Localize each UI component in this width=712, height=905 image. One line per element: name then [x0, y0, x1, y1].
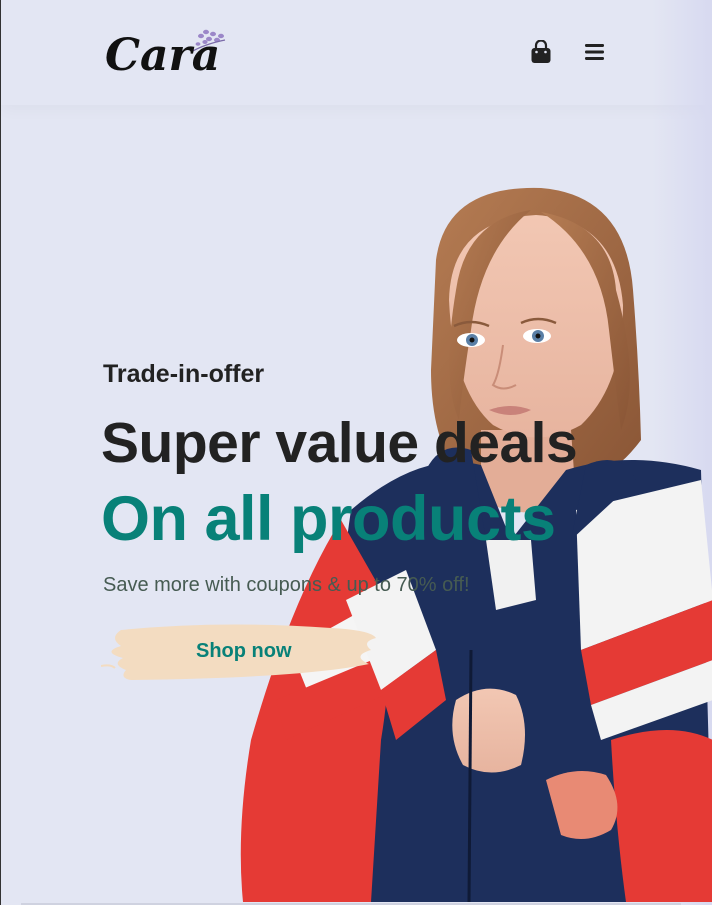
hero-description: Save more with coupons & up to 70% off!: [103, 574, 470, 596]
hero-headline: Super value deals: [101, 411, 578, 475]
hero-subheadline: On all products: [101, 484, 556, 554]
shop-now-label: Shop now: [196, 640, 292, 662]
shop-now-button[interactable]: Shop now: [101, 620, 381, 684]
svg-text:Cara: Cara: [105, 30, 220, 76]
site-header: Cara: [1, 0, 712, 105]
hero-eyebrow: Trade-in-offer: [103, 360, 265, 388]
hamburger-menu-icon[interactable]: [584, 42, 605, 62]
cara-logo[interactable]: Cara: [105, 22, 229, 76]
shopping-bag-icon[interactable]: [530, 40, 552, 64]
